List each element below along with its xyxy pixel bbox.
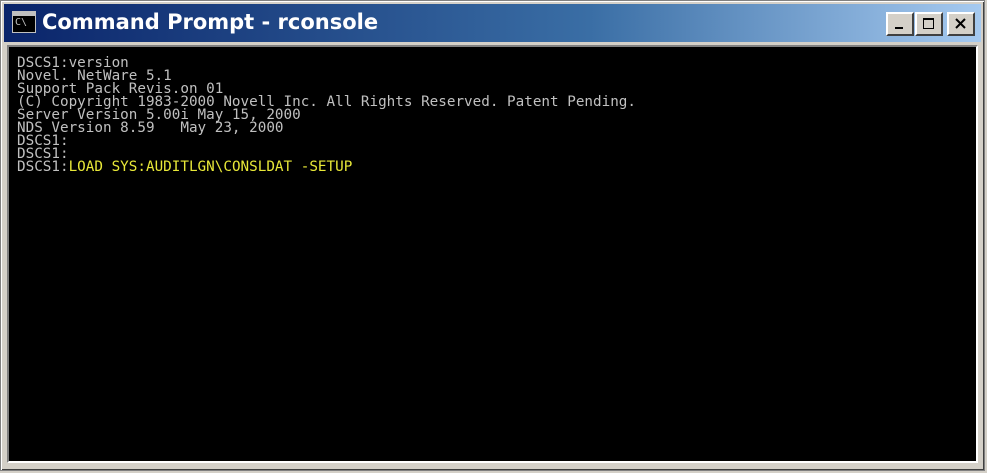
minimize-icon — [895, 27, 903, 29]
console-line: NDS Version 8.59 May 23, 2000 — [17, 120, 284, 136]
close-icon — [955, 18, 966, 29]
command-line[interactable]: DSCS1:LOAD SYS:AUDITLGN\CONSLDAT -SETUP — [17, 159, 976, 175]
window-controls — [885, 12, 975, 36]
maximize-icon — [923, 18, 934, 29]
console-icon[interactable]: C\ — [12, 11, 36, 33]
title-bar[interactable]: C\ Command Prompt - rconsole — [4, 4, 981, 42]
window-title: Command Prompt - rconsole — [42, 10, 379, 34]
console-output[interactable]: DSCS1:version Novel. NetWare 5.1 Support… — [7, 45, 978, 463]
minimize-button[interactable] — [886, 12, 914, 36]
current-command: LOAD SYS:AUDITLGN\CONSLDAT -SETUP — [68, 159, 353, 175]
command-prompt-window: C\ Command Prompt - rconsole DSCS1:versi… — [0, 0, 985, 471]
command-prompt: DSCS1: — [17, 159, 69, 175]
close-button[interactable] — [947, 12, 975, 36]
console-line: DSCS1: — [17, 133, 69, 149]
console-icon-glyph: C\ — [15, 17, 28, 28]
maximize-button[interactable] — [915, 12, 943, 36]
